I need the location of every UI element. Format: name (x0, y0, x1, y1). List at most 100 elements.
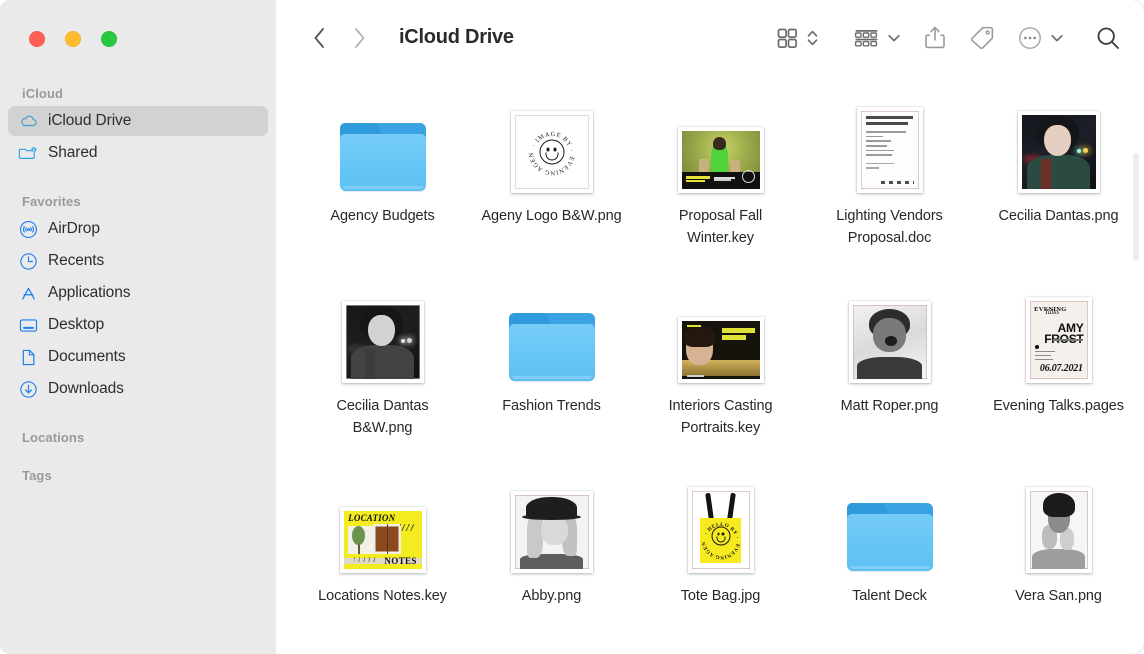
sidebar-item-airdrop[interactable]: AirDrop (8, 214, 268, 244)
keynote-thumbnail: LOCATION NOTES (298, 477, 467, 573)
group-by-button[interactable] (853, 21, 880, 55)
sidebar-section-favorites: Favorites (0, 192, 276, 212)
sidebar-item-label: Applications (48, 284, 130, 302)
sidebar-item-icloud-drive[interactable]: iCloud Drive (8, 106, 268, 136)
file-label: Lighting Vendors Proposal.doc (814, 205, 966, 249)
file-item[interactable]: Lighting Vendors Proposal.doc (805, 89, 974, 279)
sidebar-item-shared[interactable]: Shared (8, 138, 268, 168)
sidebar-item-desktop[interactable]: Desktop (8, 310, 268, 340)
sidebar: iCloud iCloud Drive Shared (0, 0, 276, 654)
tag-button[interactable] (969, 21, 995, 55)
thumb-text: 06.07.2021 (1040, 363, 1083, 374)
file-label: Fashion Trends (502, 395, 601, 417)
cloud-icon (18, 111, 39, 132)
file-label: Ageny Logo B&W.png (481, 205, 621, 227)
file-label: Locations Notes.key (318, 585, 447, 607)
clock-icon (18, 251, 39, 272)
file-item[interactable]: Interiors Casting Portraits.key (636, 279, 805, 469)
image-thumbnail (467, 477, 636, 573)
icon-view-button[interactable] (775, 21, 799, 55)
image-thumbnail (805, 287, 974, 383)
file-label: Tote Bag.jpg (681, 585, 760, 607)
keynote-thumbnail (636, 97, 805, 193)
sidebar-item-downloads[interactable]: Downloads (8, 374, 268, 404)
file-label: Talent Deck (852, 585, 927, 607)
file-label: Vera San.png (1015, 585, 1102, 607)
shared-folder-icon (18, 143, 39, 164)
file-label: Agency Budgets (330, 205, 434, 227)
file-item[interactable]: · IMAGE BY · EVENING AGENCY (467, 89, 636, 279)
applications-icon (18, 283, 39, 304)
sidebar-item-label: Desktop (48, 316, 104, 334)
folder-icon (467, 287, 636, 383)
file-item[interactable]: Talent Deck (805, 469, 974, 654)
file-item[interactable]: LOCATION NOTES Locations Notes.key (298, 469, 467, 654)
file-item[interactable]: EVENING Talks AMY FROST 06.07.2021 Eveni… (974, 279, 1143, 469)
image-thumbnail (298, 287, 467, 383)
minimize-button[interactable] (65, 31, 81, 47)
toolbar-buttons (663, 21, 1144, 55)
sidebar-item-label: AirDrop (48, 220, 100, 238)
traffic-lights (29, 31, 117, 47)
group-by-dropdown[interactable] (887, 21, 901, 55)
file-item[interactable]: Cecilia Dantas.png (974, 89, 1143, 279)
sidebar-item-documents[interactable]: Documents (8, 342, 268, 372)
nav-buttons (305, 23, 373, 53)
desktop-icon (18, 315, 39, 336)
file-grid-container[interactable]: Agency Budgets (276, 75, 1144, 654)
view-options-stepper[interactable] (806, 21, 819, 55)
thumb-text: Talks (1045, 308, 1060, 316)
sidebar-section-tags: Tags (0, 466, 276, 486)
folder-icon (805, 477, 974, 573)
keynote-thumbnail (636, 287, 805, 383)
sidebar-item-label: Documents (48, 348, 126, 366)
file-label: Abby.png (522, 585, 581, 607)
sidebar-group-favorites: AirDrop Recents Applic (0, 214, 276, 404)
file-item[interactable]: Matt Roper.png (805, 279, 974, 469)
file-label: Matt Roper.png (841, 395, 939, 417)
file-item[interactable]: Agency Budgets (298, 89, 467, 279)
image-thumbnail (974, 97, 1143, 193)
share-button[interactable] (923, 21, 947, 55)
file-label: Proposal Fall Winter.key (645, 205, 797, 249)
sidebar-group-icloud: iCloud Drive Shared (0, 106, 276, 168)
file-label: Cecilia Dantas.png (999, 205, 1119, 227)
zoom-button[interactable] (101, 31, 117, 47)
document-icon (18, 347, 39, 368)
downloads-icon (18, 379, 39, 400)
image-thumbnail: · HELLO BY · EVENING AGENCY (636, 477, 805, 573)
document-thumbnail (805, 97, 974, 193)
more-actions-dropdown[interactable] (1050, 21, 1064, 55)
file-item[interactable]: · HELLO BY · EVENING AGENCY Tote Bag.jpg (636, 469, 805, 654)
file-grid: Agency Budgets (276, 75, 1144, 654)
sidebar-item-label: Recents (48, 252, 104, 270)
more-actions-button[interactable] (1017, 21, 1043, 55)
image-thumbnail: · IMAGE BY · EVENING AGENCY (467, 97, 636, 193)
sidebar-item-recents[interactable]: Recents (8, 246, 268, 276)
folder-icon (298, 97, 467, 193)
search-button[interactable] (1094, 21, 1122, 55)
file-item[interactable]: Fashion Trends (467, 279, 636, 469)
sidebar-section-icloud: iCloud (0, 84, 276, 104)
sidebar-item-label: Shared (48, 144, 97, 162)
finder-window: iCloud iCloud Drive Shared (0, 0, 1144, 654)
thumb-text: LOCATION (348, 513, 395, 523)
file-item[interactable]: Cecilia Dantas B&W.png (298, 279, 467, 469)
forward-button[interactable] (345, 23, 373, 53)
window-title: iCloud Drive (399, 26, 514, 49)
sidebar-item-label: Downloads (48, 380, 124, 398)
sidebar-item-label: iCloud Drive (48, 112, 131, 130)
airdrop-icon (18, 219, 39, 240)
file-item[interactable]: Abby.png (467, 469, 636, 654)
sidebar-item-applications[interactable]: Applications (8, 278, 268, 308)
file-label: Evening Talks.pages (993, 395, 1124, 417)
thumb-text: NOTES (384, 556, 417, 566)
sidebar-section-locations: Locations (0, 428, 276, 448)
back-button[interactable] (305, 23, 333, 53)
image-thumbnail (974, 477, 1143, 573)
thumb-text: AMY FROST (1030, 323, 1084, 346)
file-item[interactable]: Proposal Fall Winter.key (636, 89, 805, 279)
vertical-scrollbar[interactable] (1133, 153, 1139, 261)
close-button[interactable] (29, 31, 45, 47)
file-item[interactable]: Vera San.png (974, 469, 1143, 654)
